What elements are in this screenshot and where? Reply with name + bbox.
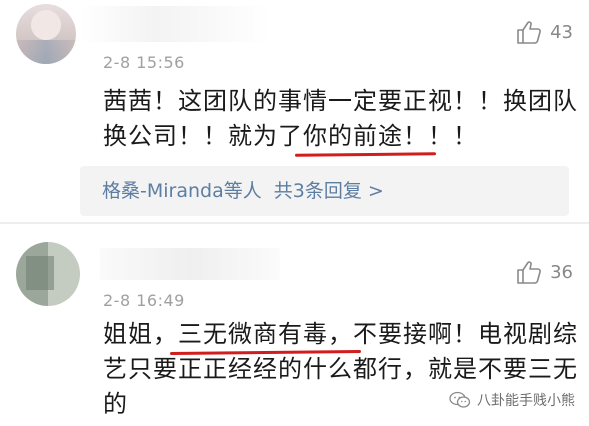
comment-line: 艺只要正正经经的什么都行，就是不要三无 [103,355,578,383]
text-segment: 不要接啊！电视剧综 [353,320,578,348]
comment-line: 茜茜！这团队的事情一定要正视！！换团队 [103,87,578,115]
comment-line: 姐姐，三无微商有毒，不要接啊！电视剧综 [103,317,577,352]
reply-names: 格桑-Miranda等人 [102,180,262,202]
comment-timestamp: 2-8 16:49 [103,291,185,310]
blurred-username [80,6,270,42]
text-segment: 换公司！！就为了 [103,122,303,150]
watermark: 八卦能手贱小熊 [449,390,575,410]
like-button[interactable]: 43 [516,20,573,44]
thumbs-up-icon [516,20,542,44]
comment-line: 换公司！！就为了你的前途！！！ [103,119,563,154]
comment-item: 2-8 15:56 43 茜茜！这团队的事情一定要正视！！换团队 换公司！！就为… [0,0,589,222]
reply-count: 共3条回复 > [273,180,384,202]
thumbs-up-icon [516,260,542,284]
like-count: 36 [550,261,573,283]
wechat-icon [449,391,471,409]
blurred-username [100,248,280,280]
comment-timestamp: 2-8 15:56 [103,53,185,72]
text-segment: 姐姐， [103,320,178,348]
highlighted-text: 你的前途！ [303,119,428,154]
watermark-text: 八卦能手贱小熊 [477,393,575,409]
comment-text: 茜茜！这团队的事情一定要正视！！换团队 换公司！！就为了你的前途！！！ [103,84,578,154]
avatar[interactable] [16,4,76,64]
like-button[interactable]: 36 [516,260,573,284]
like-count: 43 [550,21,573,43]
avatar[interactable] [16,242,80,306]
view-replies-link[interactable]: 格桑-Miranda等人 共3条回复 > [80,166,569,216]
text-segment: ！！ [428,122,478,150]
highlighted-text: 三无微商有毒， [178,317,353,352]
